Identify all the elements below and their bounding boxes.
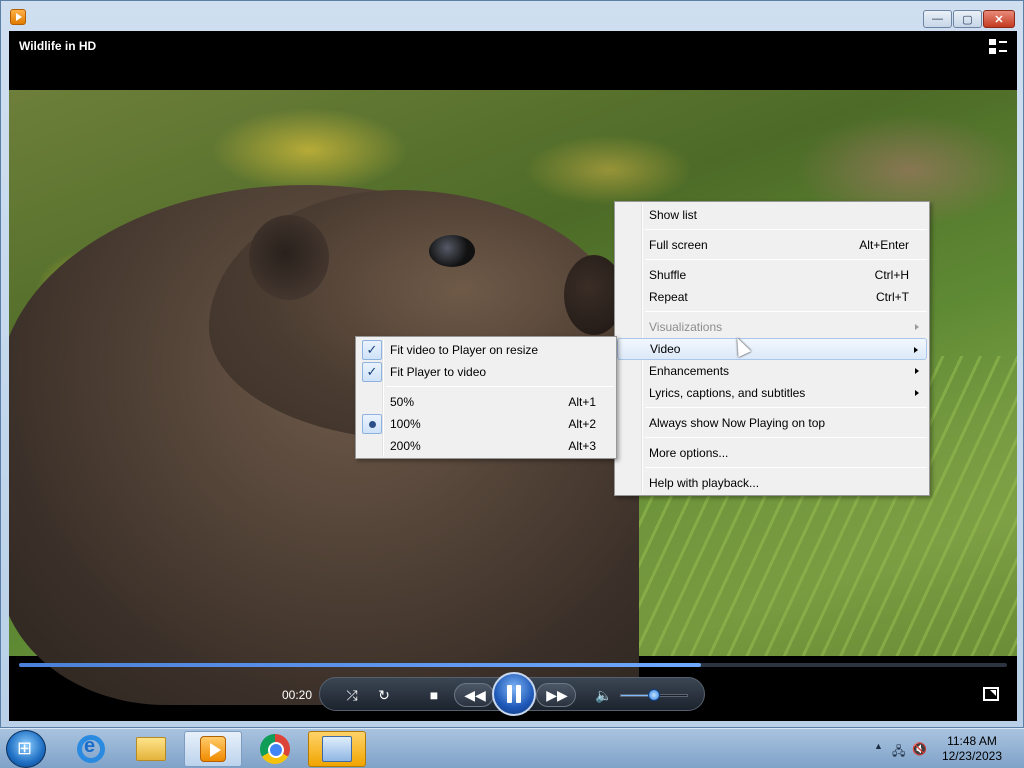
windows-media-player-icon [10,9,26,25]
minimize-button[interactable]: — [923,10,952,28]
volume-knob[interactable] [648,689,660,701]
submenu-arrow-icon [915,390,919,396]
elapsed-time: 00:20 [282,688,313,702]
clock[interactable]: 11:48 AM 12/23/2023 [942,734,1002,764]
folder-icon [136,737,166,761]
context-menu: Show list Full screen Alt+Enter Shuffle … [614,201,930,496]
control-panel-icon [322,736,352,762]
menu-item-lyrics-captions-subtitles[interactable]: Lyrics, captions, and subtitles [617,382,927,404]
radio-selected-icon [362,414,382,434]
seek-progress [19,663,701,667]
repeat-icon[interactable]: ↻ [374,685,394,705]
system-tray: ▲ 🖧 🔇 11:48 AM 12/23/2023 [864,729,1024,768]
video-submenu: ✓ Fit video to Player on resize ✓ Fit Pl… [355,336,617,459]
menu-item-fit-video-to-player[interactable]: ✓ Fit video to Player on resize [358,339,614,361]
menu-separator [386,386,614,387]
menu-item-zoom-100[interactable]: 100% Alt+2 [358,413,614,435]
taskbar-control-panel[interactable] [308,731,366,767]
taskbar-internet-explorer[interactable] [62,731,120,767]
submenu-arrow-icon [915,368,919,374]
show-hidden-icons-icon[interactable]: ▲ [874,741,883,751]
clock-time: 11:48 AM [947,734,997,748]
taskbar-windows-explorer[interactable] [122,731,180,767]
menu-item-zoom-200[interactable]: 200% Alt+3 [358,435,614,457]
menu-item-fit-player-to-video[interactable]: ✓ Fit Player to video [358,361,614,383]
menu-separator [645,437,927,438]
menu-item-full-screen[interactable]: Full screen Alt+Enter [617,234,927,256]
chrome-icon [260,734,290,764]
menu-item-help-with-playback[interactable]: Help with playback... [617,472,927,494]
title-bar[interactable]: — ▢ ✕ [1,1,1023,31]
video-marmot-ear [249,215,329,300]
checkmark-icon: ✓ [362,362,382,382]
video-marmot-eye [429,235,475,267]
menu-item-always-on-top[interactable]: Always show Now Playing on top [617,412,927,434]
switch-layout-icon[interactable] [989,39,1007,55]
volume-muted-icon[interactable]: 🔇 [912,742,927,756]
playback-controls: ⤮ ↻ ■ ◀◀ ▶▶ 🔈 [319,672,705,716]
taskbar: ▲ 🖧 🔇 11:48 AM 12/23/2023 [0,728,1024,768]
network-icon[interactable]: 🖧 [892,742,905,763]
close-button[interactable]: ✕ [983,10,1015,28]
submenu-arrow-icon [915,324,919,330]
seek-bar[interactable] [19,663,1007,667]
next-button[interactable]: ▶▶ [536,683,576,707]
window-controls: — ▢ ✕ [922,10,1015,28]
shuffle-icon[interactable]: ⤮ [342,685,362,705]
previous-icon: ◀◀ [464,686,486,703]
pause-icon [507,685,512,703]
menu-item-more-options[interactable]: More options... [617,442,927,464]
video-title: Wildlife in HD [19,39,97,53]
fullscreen-icon[interactable] [983,687,999,701]
menu-separator [645,311,927,312]
internet-explorer-icon [77,735,105,763]
stop-icon[interactable]: ■ [424,685,444,705]
menu-separator [645,229,927,230]
checkmark-icon: ✓ [362,340,382,360]
menu-separator [645,407,927,408]
menu-item-video[interactable]: Video [617,338,927,360]
menu-separator [645,259,927,260]
menu-separator [645,467,927,468]
menu-item-shuffle[interactable]: Shuffle Ctrl+H [617,264,927,286]
menu-item-show-list[interactable]: Show list [617,204,927,226]
previous-button[interactable]: ◀◀ [454,683,494,707]
taskbar-windows-media-player[interactable] [184,731,242,767]
taskbar-google-chrome[interactable] [246,731,304,767]
menu-item-visualizations: Visualizations [617,316,927,338]
clock-date: 12/23/2023 [941,749,1002,763]
menu-item-repeat[interactable]: Repeat Ctrl+T [617,286,927,308]
volume-icon[interactable]: 🔈 [594,685,614,705]
windows-media-player-icon [200,736,226,762]
pause-button[interactable] [492,672,536,716]
next-icon: ▶▶ [546,686,568,703]
submenu-arrow-icon [914,347,918,353]
maximize-button[interactable]: ▢ [953,10,982,28]
start-button[interactable] [6,730,46,768]
menu-item-enhancements[interactable]: Enhancements [617,360,927,382]
menu-item-zoom-50[interactable]: 50% Alt+1 [358,391,614,413]
